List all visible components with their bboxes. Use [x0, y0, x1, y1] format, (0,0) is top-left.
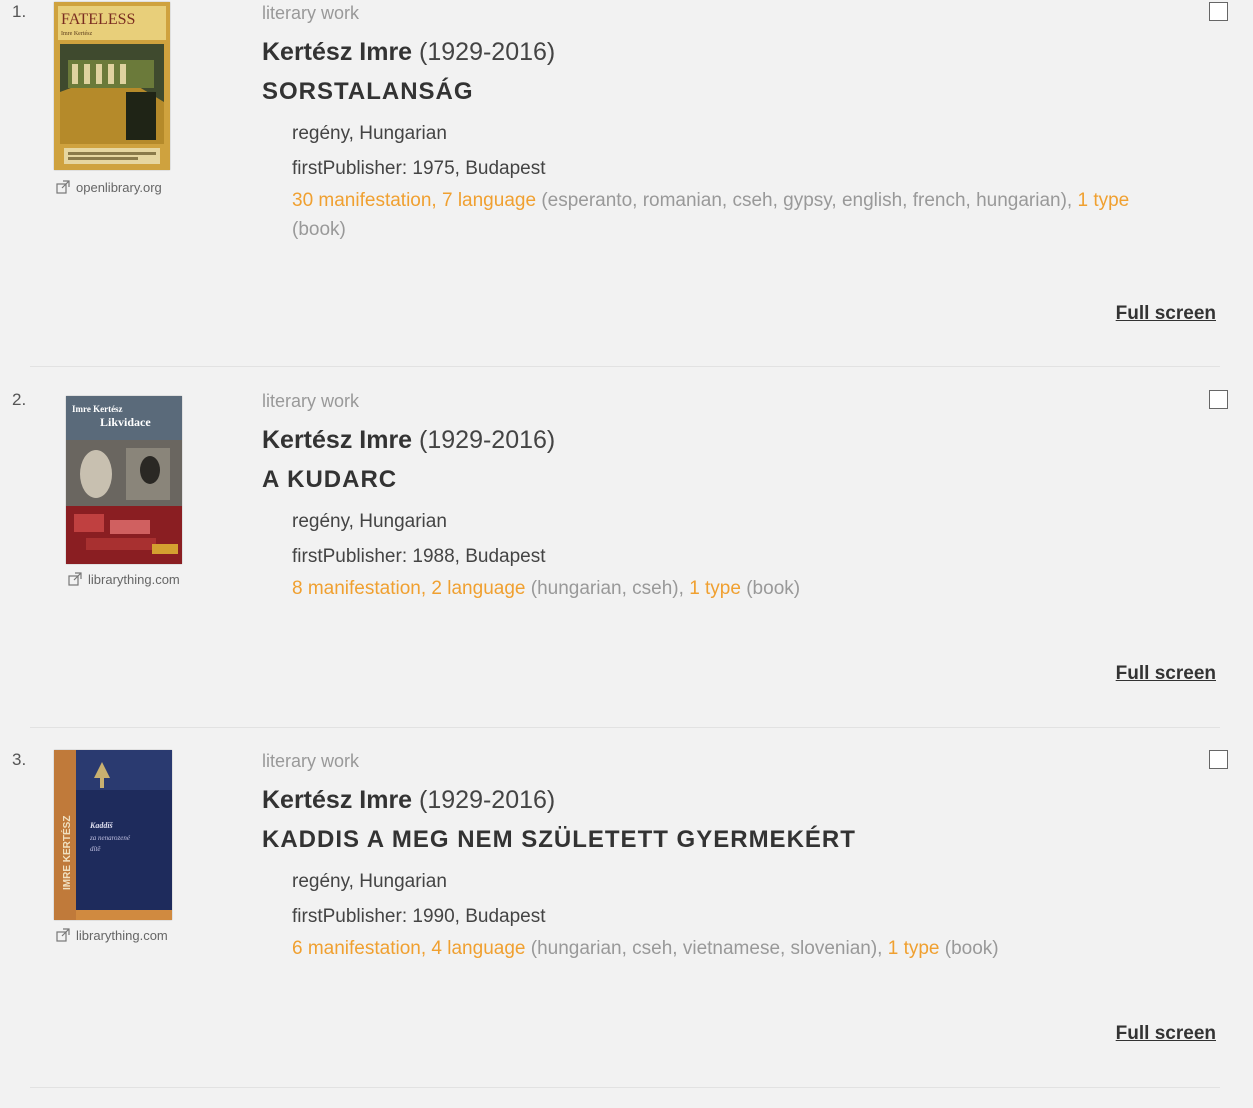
type-list: (book) — [746, 578, 801, 599]
author-name: Kertész Imre — [262, 426, 413, 454]
first-publisher: firstPublisher: 1975, Budapest — [292, 158, 546, 179]
types-link[interactable]: 1 type — [888, 938, 940, 959]
external-link-icon — [56, 928, 70, 945]
cover-subtitle-text-2: za nenarozené — [89, 834, 131, 842]
full-screen-link[interactable]: Full screen — [1116, 663, 1216, 685]
cover-subtitle-text: Likvidace — [100, 415, 151, 429]
cover-source-text: openlibrary.org — [76, 180, 162, 195]
cover-subtitle-text-3: dítě — [90, 845, 101, 853]
cover-source-text: librarything.com — [88, 572, 180, 587]
external-link-icon — [68, 572, 82, 589]
result-content: literary work Kertész Imre (1929-2016) A… — [262, 388, 1192, 603]
author-name: Kertész Imre — [262, 38, 413, 66]
select-checkbox[interactable] — [1209, 750, 1228, 769]
manifestation-stats: 6 manifestation, 4 language (hungarian, … — [292, 938, 999, 959]
cover-art: IMRE KERTÉSZ Kaddiš za nenarozené dítě — [54, 750, 172, 920]
author-link[interactable]: Kertész Imre (1929-2016) — [262, 36, 1192, 68]
result-content: literary work Kertész Imre (1929-2016) S… — [262, 0, 1192, 244]
manifestation-stats: 30 manifestation, 7 language (esperanto,… — [292, 190, 1130, 240]
genre-language: regény, Hungarian — [292, 871, 447, 892]
genre-language: regény, Hungarian — [292, 123, 447, 144]
manifestations-link[interactable]: 30 manifestation — [292, 190, 431, 211]
type-list: (book) — [292, 219, 346, 240]
cover-source-link[interactable]: librarything.com — [68, 572, 180, 589]
languages-link[interactable]: 7 language — [442, 190, 536, 211]
cover-title-text: Imre Kertész — [72, 404, 123, 414]
result-number: 2. — [12, 390, 27, 409]
cover-image[interactable]: Imre Kertész Likvidace — [66, 396, 182, 564]
cover-art: FATELESS Imre Kertész — [54, 2, 170, 170]
language-list: (hungarian, cseh, vietnamese, slovenian) — [530, 938, 878, 959]
types-link[interactable]: 1 type — [689, 578, 741, 599]
cover-title-text: FATELESS — [61, 11, 135, 28]
full-screen-link[interactable]: Full screen — [1116, 1023, 1216, 1045]
cover-art: Imre Kertész Likvidace — [66, 396, 182, 564]
divider — [30, 727, 1220, 728]
result-item-2: 2. Imre Kertész Likvidace librarything.c… — [0, 388, 1253, 748]
work-title-link[interactable]: A KUDARC — [262, 464, 1192, 496]
work-kind: literary work — [262, 391, 360, 411]
cover-subtitle-text: Kaddiš — [89, 821, 114, 830]
first-publisher: firstPublisher: 1988, Budapest — [292, 546, 546, 567]
result-item-3: 3. IMRE KERTÉSZ Kaddiš za nenarozené dít… — [0, 748, 1253, 1108]
cover-image-link[interactable]: FATELESS Imre Kertész — [54, 2, 170, 170]
first-publisher: firstPublisher: 1990, Budapest — [292, 906, 546, 927]
author-dates: (1929-2016) — [419, 38, 556, 66]
result-number: 3. — [12, 750, 27, 769]
work-title-link[interactable]: KADDIS A MEG NEM SZÜLETETT GYERMEKÉRT — [262, 824, 1192, 856]
result-content: literary work Kertész Imre (1929-2016) K… — [262, 748, 1192, 963]
cover-image[interactable]: FATELESS Imre Kertész — [54, 2, 170, 170]
genre-language: regény, Hungarian — [292, 511, 447, 532]
cover-source-text: librarything.com — [76, 928, 168, 943]
cover-source-link[interactable]: librarything.com — [56, 928, 168, 945]
type-list: (book) — [944, 938, 999, 959]
languages-link[interactable]: 2 language — [431, 578, 525, 599]
author-dates: (1929-2016) — [419, 426, 556, 454]
select-checkbox[interactable] — [1209, 390, 1228, 409]
cover-title-text: IMRE KERTÉSZ — [60, 816, 73, 890]
author-link[interactable]: Kertész Imre (1929-2016) — [262, 784, 1192, 816]
cover-image-link[interactable]: Imre Kertész Likvidace — [66, 396, 182, 564]
result-number: 1. — [12, 2, 27, 21]
manifestation-stats: 8 manifestation, 2 language (hungarian, … — [292, 578, 801, 599]
manifestations-link[interactable]: 6 manifestation — [292, 938, 421, 959]
divider — [30, 366, 1220, 367]
full-screen-link[interactable]: Full screen — [1116, 303, 1216, 325]
work-title-link[interactable]: SORSTALANSÁG — [262, 76, 1192, 108]
author-link[interactable]: Kertész Imre (1929-2016) — [262, 424, 1192, 456]
cover-source-link[interactable]: openlibrary.org — [56, 180, 162, 197]
result-item-1: 1. FATELESS Imre Kertész openlibrary.org… — [0, 0, 1253, 360]
language-list: (esperanto, romanian, cseh, gypsy, engli… — [541, 190, 1067, 211]
language-list: (hungarian, cseh) — [530, 578, 679, 599]
languages-link[interactable]: 4 language — [431, 938, 525, 959]
cover-image[interactable]: IMRE KERTÉSZ Kaddiš za nenarozené dítě — [54, 750, 172, 920]
cover-image-link[interactable]: IMRE KERTÉSZ Kaddiš za nenarozené dítě — [54, 750, 172, 920]
types-link[interactable]: 1 type — [1077, 190, 1129, 211]
author-dates: (1929-2016) — [419, 786, 556, 814]
manifestations-link[interactable]: 8 manifestation — [292, 578, 421, 599]
work-kind: literary work — [262, 3, 360, 23]
external-link-icon — [56, 180, 70, 197]
select-checkbox[interactable] — [1209, 2, 1228, 21]
work-kind: literary work — [262, 751, 360, 771]
cover-subtitle-text: Imre Kertész — [61, 31, 92, 37]
divider — [30, 1087, 1220, 1088]
author-name: Kertész Imre — [262, 786, 413, 814]
